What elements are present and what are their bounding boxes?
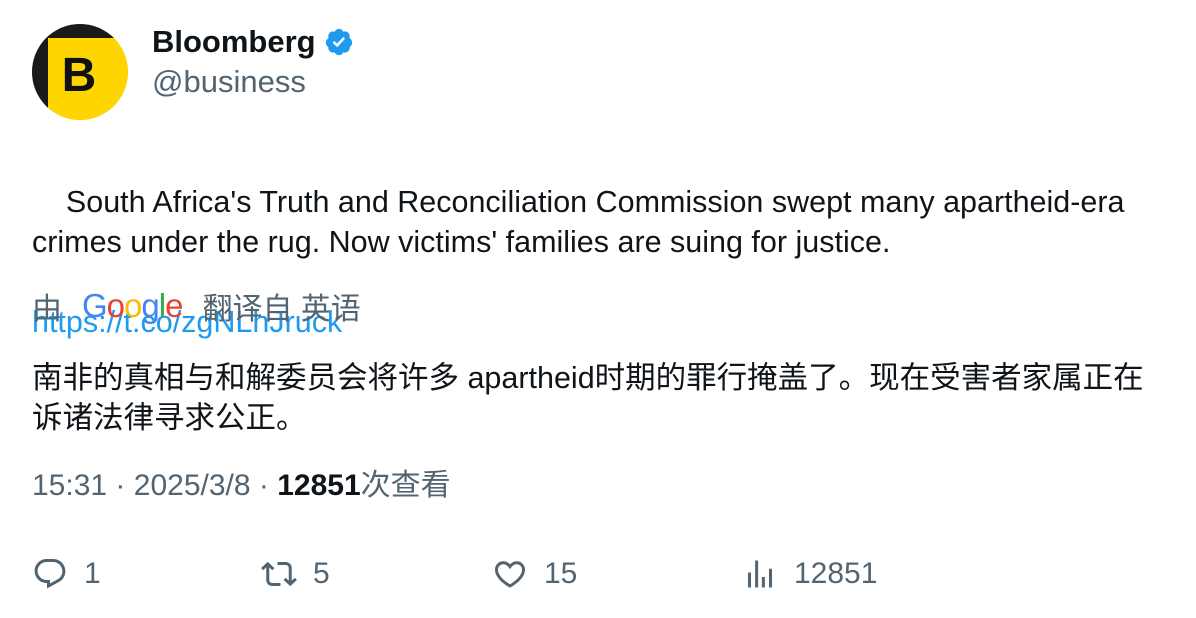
translated-by-label: 由 [32, 293, 62, 326]
google-logo-letter: o [106, 287, 125, 324]
tweet: B Bloomberg @business South Africa's Tru… [32, 24, 1164, 590]
tweet-time[interactable]: 15:31 [32, 469, 107, 502]
google-logo-letter: G [82, 287, 108, 324]
like-count: 15 [544, 557, 578, 590]
tweet-meta: 15:31 · 2025/3/8 · 12851次查看 [32, 466, 451, 506]
heart-icon [494, 561, 526, 588]
avatar-letter: B [62, 49, 97, 102]
author-info: Bloomberg @business [152, 24, 354, 100]
google-logo-letter: g [141, 287, 159, 324]
google-logo[interactable]: Google [82, 287, 183, 325]
reply-icon [34, 559, 66, 589]
like-button[interactable]: 15 [492, 554, 577, 594]
bloomberg-logo-icon: B [32, 24, 128, 120]
name-row: Bloomberg [152, 24, 354, 60]
verified-badge-icon[interactable] [324, 27, 354, 57]
google-logo-letter: e [165, 287, 183, 324]
translated-text: 南非的真相与和解委员会将许多 apartheid时期的罪行掩盖了。现在受害者家属… [32, 361, 1144, 435]
views-label: 次查看 [360, 469, 451, 502]
avatar[interactable]: B [32, 24, 128, 120]
google-logo-letter: o [124, 287, 142, 324]
views-count: 12851 [277, 469, 361, 502]
tweet-text: South Africa's Truth and Reconciliation … [32, 185, 1133, 259]
action-bar: 1 5 15 12851 [32, 554, 1164, 594]
translated-by: 由 Google 翻译自 英语 [32, 286, 361, 326]
reply-count: 1 [84, 557, 101, 590]
display-name[interactable]: Bloomberg [152, 24, 316, 60]
meta-separator: · [258, 469, 269, 502]
views-action-count: 12851 [794, 557, 878, 590]
views-button[interactable]: 12851 [742, 554, 877, 594]
retweet-icon [261, 561, 297, 587]
tweet-date[interactable]: 2025/3/8 [134, 469, 251, 502]
handle[interactable]: @business [152, 64, 354, 100]
views-chart-icon [748, 560, 772, 588]
translated-from-label: 翻译自 英语 [202, 293, 361, 326]
retweet-count: 5 [313, 557, 330, 590]
retweet-button[interactable]: 5 [261, 554, 330, 594]
tweet-header: B Bloomberg @business [32, 24, 1164, 120]
meta-separator: · [115, 469, 126, 502]
reply-button[interactable]: 1 [32, 554, 101, 594]
